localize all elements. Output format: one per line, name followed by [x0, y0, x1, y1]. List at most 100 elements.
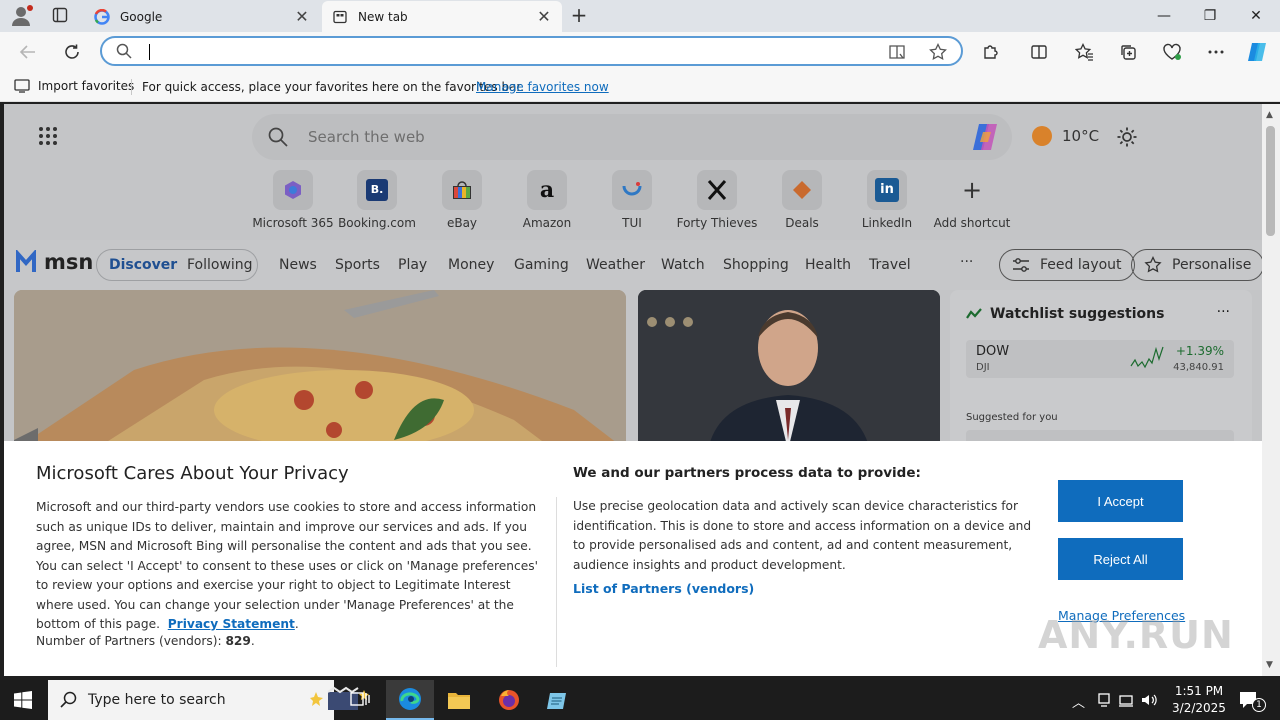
nav-weather[interactable]: Weather — [586, 257, 645, 273]
nav-travel[interactable]: Travel — [869, 257, 911, 273]
privacy-statement-link[interactable]: Privacy Statement — [168, 617, 295, 631]
shortcut-deals[interactable]: Deals — [760, 170, 844, 230]
deals-icon — [782, 170, 822, 210]
tab-close-button[interactable]: ✕ — [294, 8, 310, 25]
accept-button[interactable]: I Accept — [1058, 480, 1183, 522]
nav-money[interactable]: Money — [448, 257, 494, 273]
web-search-placeholder: Search the web — [308, 128, 425, 146]
task-view-button[interactable] — [336, 680, 384, 720]
tab-close-button[interactable]: ✕ — [536, 8, 552, 25]
more-horizontal-icon — [1208, 50, 1224, 54]
page-scrollbar[interactable]: ▲ ▼ — [1262, 104, 1280, 676]
manage-favorites-link[interactable]: Manage favorites now — [476, 80, 609, 94]
shortcut-microsoft-365[interactable]: Microsoft 365 — [251, 170, 335, 230]
stock-change: +1.39% — [1175, 344, 1224, 358]
nav-health[interactable]: Health — [805, 257, 851, 273]
taskbar-firefox[interactable] — [485, 680, 533, 720]
gear-icon[interactable] — [1116, 126, 1138, 148]
shortcut-amazon[interactable]: a Amazon — [505, 170, 589, 230]
taskbar-notepad[interactable] — [534, 680, 582, 720]
google-icon — [94, 8, 110, 25]
tab-actions-icon — [52, 7, 68, 23]
shortcut-booking[interactable]: B. Booking.com — [335, 170, 419, 230]
tab-actions-button[interactable] — [52, 7, 68, 23]
reject-all-button[interactable]: Reject All — [1058, 538, 1183, 580]
nav-more-button[interactable]: ··· — [960, 254, 973, 270]
address-bar[interactable] — [100, 36, 963, 66]
tab-new-tab[interactable]: New tab ✕ — [322, 1, 562, 32]
import-icon — [14, 79, 30, 93]
nav-gaming[interactable]: Gaming — [514, 257, 569, 273]
taskbar-file-explorer[interactable] — [435, 680, 483, 720]
firefox-icon — [499, 690, 519, 710]
tab-following[interactable]: Following — [187, 257, 253, 273]
nav-watch[interactable]: Watch — [661, 257, 705, 273]
partners-count: 829 — [225, 634, 251, 648]
feed-layout-button[interactable]: Feed layout — [999, 249, 1135, 281]
copilot-button[interactable] — [1245, 40, 1269, 64]
notification-center-button[interactable]: 1 — [1236, 688, 1266, 712]
taskbar-clock[interactable]: 1:51 PM 3/2/2025 — [1162, 683, 1236, 717]
personalise-button[interactable]: Personalise — [1131, 249, 1262, 281]
tab-google[interactable]: Google ✕ — [84, 1, 320, 32]
arrow-left-icon — [19, 45, 35, 59]
taskbar-edge[interactable] — [386, 680, 434, 720]
privacy-consent-banner: Microsoft Cares About Your Privacy Micro… — [4, 441, 1262, 676]
volume-icon[interactable] — [1140, 692, 1158, 708]
scroll-thumb[interactable] — [1266, 126, 1275, 236]
scroll-down-arrow-icon[interactable]: ▼ — [1266, 660, 1273, 670]
star-add-favorite-icon[interactable] — [929, 43, 947, 61]
network-device-icon[interactable] — [1096, 692, 1112, 708]
favorites-hint: For quick access, place your favorites h… — [142, 80, 525, 94]
shortcut-linkedin[interactable]: in LinkedIn — [845, 170, 929, 230]
maximize-button[interactable]: ❐ — [1187, 0, 1233, 32]
back-button[interactable] — [16, 40, 40, 64]
web-search-box[interactable]: Search the web — [252, 114, 1012, 160]
search-icon — [268, 127, 288, 147]
folder-icon — [448, 693, 470, 709]
extensions-button[interactable] — [979, 40, 1003, 64]
nav-sports[interactable]: Sports — [335, 257, 380, 273]
nav-shopping[interactable]: Shopping — [723, 257, 789, 273]
windows-taskbar: Type here to search ︿ 1:51 PM 3/2/2025 1 — [0, 680, 1280, 720]
taskbar-search-box[interactable]: Type here to search — [48, 680, 369, 720]
stock-row[interactable]: DOW DJI +1.39% 43,840.91 — [966, 340, 1234, 378]
msn-logo[interactable]: msn — [16, 250, 93, 274]
refresh-button[interactable] — [60, 40, 84, 64]
collections-button[interactable] — [1116, 40, 1140, 64]
minimize-button[interactable]: — — [1141, 0, 1187, 32]
nav-news[interactable]: News — [279, 257, 317, 273]
ethernet-icon[interactable] — [1118, 692, 1134, 708]
shortcut-add[interactable]: + Add shortcut — [930, 170, 1014, 230]
tab-discover[interactable]: Discover — [109, 257, 177, 273]
temperature: 10°C — [1062, 127, 1100, 145]
watchlist-more-button[interactable]: ··· — [1217, 304, 1230, 320]
app-launcher-icon[interactable] — [38, 126, 58, 146]
scroll-up-arrow-icon[interactable]: ▲ — [1266, 110, 1273, 120]
clock-time: 1:51 PM — [1174, 684, 1224, 698]
windows-start-icon[interactable] — [14, 691, 32, 709]
split-screen-button[interactable] — [1027, 40, 1051, 64]
nav-play[interactable]: Play — [398, 257, 427, 273]
shortcut-forty-thieves[interactable]: Forty Thieves — [675, 170, 759, 230]
favorites-button[interactable] — [1072, 40, 1096, 64]
import-favorites-button[interactable]: Import favorites — [14, 79, 134, 93]
profile-button[interactable] — [10, 5, 33, 27]
copilot-icon[interactable] — [970, 122, 1002, 152]
close-window-button[interactable]: ✕ — [1233, 0, 1279, 32]
weather-widget[interactable]: 10°C — [1032, 126, 1099, 146]
browser-essentials-button[interactable] — [1160, 40, 1184, 64]
partners-list-link[interactable]: List of Partners (vendors) — [573, 581, 754, 596]
puzzle-icon — [984, 45, 998, 59]
star-sparkle-icon — [1144, 256, 1162, 273]
suggested-label: Suggested for you — [966, 412, 1058, 423]
immersive-reader-icon[interactable] — [888, 43, 906, 61]
new-tab-button[interactable]: + — [568, 5, 590, 26]
news-card-image[interactable] — [14, 290, 626, 450]
shortcut-tui[interactable]: TUI — [590, 170, 674, 230]
taskbar-search-placeholder: Type here to search — [88, 692, 226, 708]
news-card-image[interactable] — [638, 290, 940, 450]
shortcut-ebay[interactable]: eBay — [420, 170, 504, 230]
tray-overflow-chevron-icon[interactable]: ︿ — [1072, 692, 1085, 711]
settings-more-button[interactable] — [1204, 40, 1228, 64]
